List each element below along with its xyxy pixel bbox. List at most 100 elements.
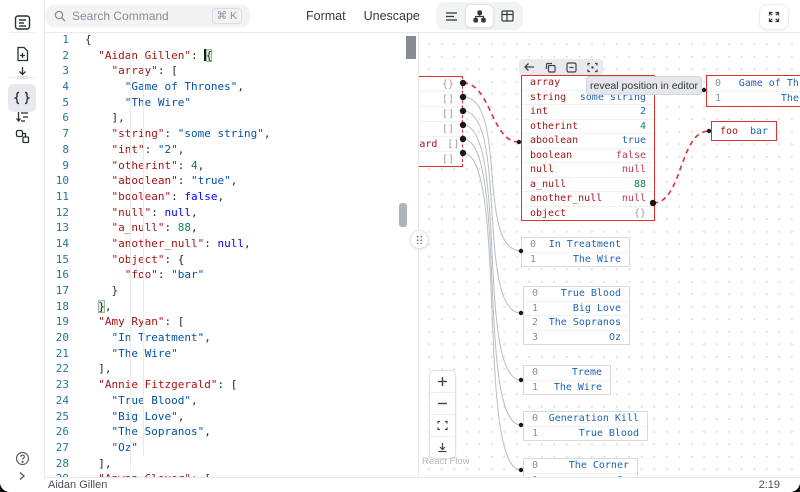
unescape-button[interactable]: Unescape xyxy=(364,9,420,23)
node-row[interactable]: 1 True Blood xyxy=(524,425,647,441)
code-line[interactable]: 2 "Aidan Gillen": { xyxy=(44,48,418,64)
node-row[interactable]: int 2 xyxy=(522,104,654,119)
code-line[interactable]: 7 "string": "some string", xyxy=(44,126,418,142)
zoom-in-button[interactable] xyxy=(430,371,455,392)
node-row[interactable]: object {} xyxy=(522,205,654,221)
graph-canvas[interactable]: Aidan Gillen{}Amy Ryan[]Annie Fitzgerald… xyxy=(418,32,800,477)
code-line[interactable]: 8 "int": "2", xyxy=(44,142,418,158)
node-row[interactable]: a_null 88 xyxy=(522,176,654,192)
node-row[interactable]: aboolean true xyxy=(522,133,654,148)
graph-node-aidan-object[interactable]: foo bar xyxy=(711,121,777,141)
editor-scrollbar-thumb[interactable] xyxy=(406,36,416,59)
row-value: The Sopranos xyxy=(548,317,621,329)
node-row[interactable]: 1 The Wire xyxy=(522,251,629,267)
code-line[interactable]: 28 ], xyxy=(44,456,418,472)
list-view-button[interactable] xyxy=(438,4,465,28)
code-line[interactable]: 12 "null": null, xyxy=(44,205,418,221)
node-row[interactable]: 0 Game of Thrones xyxy=(707,76,800,91)
node-row[interactable]: Alice Farmer[] xyxy=(419,151,462,166)
code-line[interactable]: 9 "otherint": 4, xyxy=(44,158,418,174)
code-line[interactable]: 25 "Big Love", xyxy=(44,409,418,425)
graph-node-anwan-glover[interactable]: 0 Treme 1 The Wire xyxy=(523,365,611,395)
row-index: 1 xyxy=(715,93,722,105)
node-row[interactable]: 1 The Wire xyxy=(707,90,800,107)
node-row[interactable]: 0 Treme xyxy=(524,366,610,380)
editor-scroll-pill[interactable] xyxy=(399,203,407,227)
node-row[interactable]: Aidan Gillen{} xyxy=(419,77,462,91)
reveal-in-editor-icon[interactable] xyxy=(524,62,535,72)
code-line[interactable]: 11 "boolean": false, xyxy=(44,189,418,205)
node-row[interactable]: otherint 4 xyxy=(522,118,654,134)
code-line[interactable]: 15 "object": { xyxy=(44,252,418,268)
collapse-sidebar-chevron-icon[interactable] xyxy=(8,462,36,490)
json-code-editor[interactable]: 1{2 "Aidan Gillen": {3 "array": [4 "Game… xyxy=(44,32,418,477)
code-line[interactable]: 21 "The Wire" xyxy=(44,346,418,362)
code-line[interactable]: 6 ], xyxy=(44,110,418,126)
format-button[interactable]: Format xyxy=(306,9,346,23)
graph-node-alice-farmer[interactable]: 0The Corner1Oz2The Wire xyxy=(523,458,638,477)
code-line[interactable]: 20 "In Treatment", xyxy=(44,330,418,346)
line-number: 7 xyxy=(62,127,69,141)
code-line[interactable]: 4 "Game of Thrones", xyxy=(44,79,418,95)
graph-node-root[interactable]: Aidan Gillen{}Amy Ryan[]Annie Fitzgerald… xyxy=(419,76,463,167)
graph-node-alexander-skarsgard[interactable]: 0 Generation Kill 1 True Blood xyxy=(523,411,648,441)
code-line[interactable]: 14 "another_null": null, xyxy=(44,236,418,252)
code-line[interactable]: 13 "a_null": 88, xyxy=(44,220,418,236)
node-row[interactable]: 3 Oz xyxy=(524,329,629,345)
code-line[interactable]: 16 "foo": "bar" xyxy=(44,267,418,283)
graph-node-aidan-gillen[interactable]: array[]stringsome stringint2otherint4abo… xyxy=(521,75,655,221)
line-number: 20 xyxy=(55,331,69,345)
search-input[interactable]: Search Command ⌘ K xyxy=(46,5,250,27)
code-line[interactable]: 24 "True Blood", xyxy=(44,393,418,409)
zoom-out-button[interactable] xyxy=(430,392,455,414)
download-icon[interactable] xyxy=(8,58,36,86)
node-row[interactable]: 0 In Treatment xyxy=(522,238,629,252)
code-line[interactable]: 26 "The Sopranos", xyxy=(44,424,418,440)
line-number: 25 xyxy=(55,409,69,423)
node-row[interactable]: Alexander Skarsgard [] xyxy=(419,136,462,151)
node-row[interactable]: null null xyxy=(522,162,654,177)
node-row[interactable]: Annie Fitzgerald [] xyxy=(419,106,462,121)
code-line[interactable]: 18 }, xyxy=(44,299,418,315)
node-row[interactable]: 1 The Wire xyxy=(524,379,610,395)
graph-node-amy-ryan[interactable]: 0 In Treatment 1 The Wire xyxy=(521,237,630,267)
linked-nodes-icon[interactable] xyxy=(8,122,36,150)
panel-resize-handle[interactable] xyxy=(410,230,429,249)
export-image-button[interactable] xyxy=(430,436,455,458)
table-view-button[interactable] xyxy=(494,4,521,28)
code-line[interactable]: 22 ], xyxy=(44,361,418,377)
code-line[interactable]: 17 } xyxy=(44,283,418,299)
focus-node-icon[interactable] xyxy=(587,62,598,73)
code-line[interactable]: 1{ xyxy=(44,32,418,48)
code-line[interactable]: 10 "aboolean": "true", xyxy=(44,173,418,189)
node-row[interactable]: 0 Generation Kill xyxy=(524,412,647,426)
line-number: 12 xyxy=(55,205,69,219)
line-number: 27 xyxy=(55,440,69,454)
code-line[interactable]: 5 "The Wire" xyxy=(44,95,418,111)
node-row[interactable]: boolean false xyxy=(522,147,654,163)
row-index: 1 xyxy=(532,427,539,439)
node-row[interactable]: 1 Big Love xyxy=(524,300,629,316)
copy-node-icon[interactable] xyxy=(545,62,556,73)
fullscreen-button[interactable] xyxy=(759,4,789,30)
node-row[interactable]: Anwan Glover[] xyxy=(419,121,462,136)
node-row[interactable]: 0 True Blood xyxy=(524,287,629,301)
code-line[interactable]: 3 "array": [ xyxy=(44,63,418,79)
node-row[interactable]: another_null null xyxy=(522,191,654,206)
line-number: 1 xyxy=(62,33,69,46)
cursor-position: 2:19 xyxy=(758,479,780,491)
node-row[interactable]: 2 The Sopranos xyxy=(524,315,629,330)
graph-view-button[interactable] xyxy=(464,4,494,28)
graph-node-aidan-array[interactable]: 0 Game of Thrones 1 The Wire xyxy=(706,75,800,107)
line-number: 14 xyxy=(55,236,69,250)
code-line[interactable]: 23 "Annie Fitzgerald": [ xyxy=(44,377,418,393)
collapse-node-icon[interactable] xyxy=(566,61,577,73)
node-row[interactable]: foo bar xyxy=(712,122,776,140)
row-value: The Wire xyxy=(572,253,621,265)
node-row[interactable]: Amy Ryan[] xyxy=(419,91,462,106)
code-line[interactable]: 27 "Oz" xyxy=(44,440,418,456)
code-line[interactable]: 19 "Amy Ryan": [ xyxy=(44,314,418,330)
node-row[interactable]: 0 The Corner xyxy=(524,459,637,473)
graph-node-annie-fitzgerald[interactable]: 0 True Blood 1 Big Love 2 The Sopranos 3 Oz xyxy=(523,286,630,345)
fit-view-button[interactable] xyxy=(430,414,455,436)
